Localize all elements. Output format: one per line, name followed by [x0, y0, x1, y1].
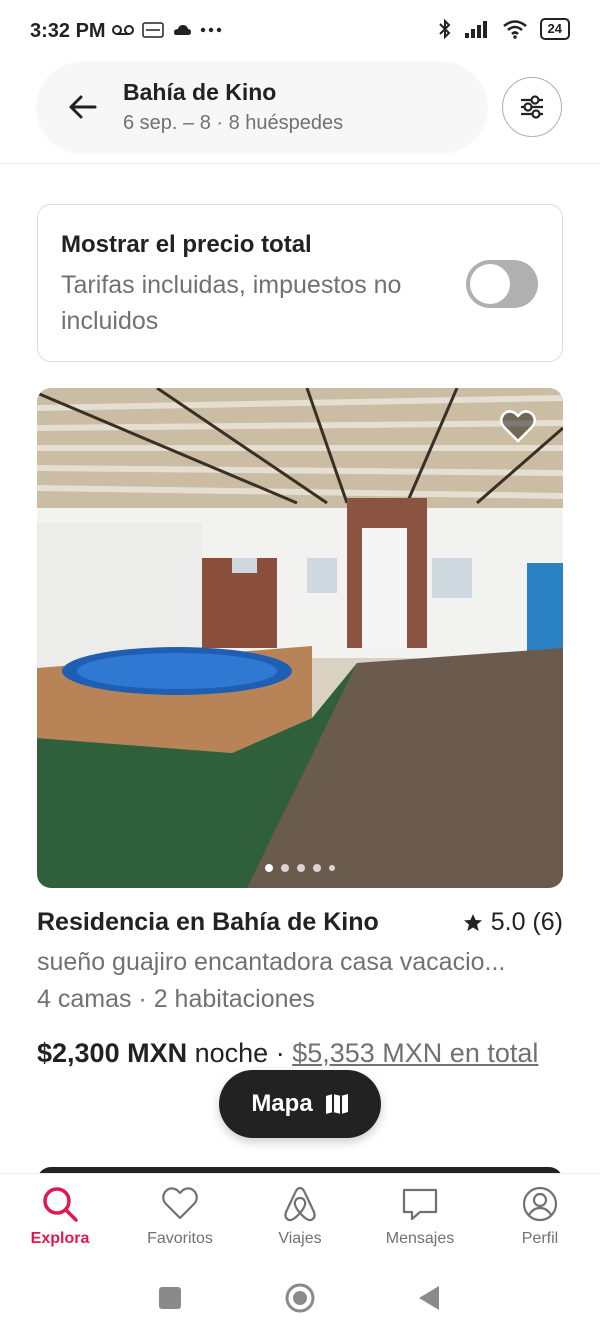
listing-rating: 5.0 (6): [463, 908, 563, 937]
pagination-dot: [297, 864, 305, 872]
tab-mensajes[interactable]: Mensajes: [360, 1184, 480, 1248]
battery-icon: 24: [539, 18, 570, 40]
toggle-subtitle: Tarifas incluidas, impuestos no incluido…: [61, 271, 402, 335]
price-separator: ·: [275, 1038, 285, 1068]
total-price-toggle-card: Mostrar el precio total Tarifas incluida…: [37, 204, 563, 362]
bluetooth-icon: [438, 18, 450, 40]
recent-apps-icon[interactable]: [153, 1281, 187, 1315]
pagination-dot: [329, 865, 335, 871]
pagination-dot: [265, 864, 273, 872]
tab-label: Favoritos: [147, 1230, 213, 1247]
filters-button[interactable]: [502, 77, 562, 137]
map-button-label: Mapa: [251, 1090, 313, 1117]
switch-knob: [470, 264, 510, 304]
cloud-icon: [174, 25, 191, 35]
listing-description: sueño guajiro encantadora casa vacacio..…: [37, 948, 506, 976]
photo-pagination: [37, 864, 563, 872]
signal-icon: [464, 21, 487, 38]
price-total[interactable]: $5,353 MXN en total: [292, 1038, 538, 1068]
toggle-title: Mostrar el precio total: [61, 231, 312, 258]
tab-viajes[interactable]: Viajes: [240, 1184, 360, 1248]
bottom-tab-bar: Explora Favoritos Viajes Mensajes Perfil: [0, 1173, 600, 1264]
status-bar: 3:32 PM 24: [0, 0, 600, 62]
total-price-switch[interactable]: [466, 260, 538, 308]
tab-label: Viajes: [278, 1230, 322, 1247]
tab-perfil[interactable]: Perfil: [480, 1184, 600, 1248]
listing-price: $2,300 MXN noche · $5,353 MXN en total: [37, 1035, 557, 1072]
tab-label: Explora: [30, 1230, 90, 1247]
tab-favoritos[interactable]: Favoritos: [120, 1184, 240, 1248]
tab-explora[interactable]: Explora: [0, 1184, 120, 1248]
listing-photo-image: [37, 388, 563, 888]
sliders-icon: [521, 95, 543, 119]
heart-icon: [162, 1187, 198, 1220]
wifi-icon: [502, 20, 527, 39]
pagination-dot: [313, 864, 321, 872]
airbnb-logo-icon: [284, 1186, 316, 1222]
header-divider: [0, 163, 600, 164]
profile-icon: [522, 1186, 558, 1222]
search-dates-guests[interactable]: 6 sep. – 8 · 8 huéspedes: [123, 112, 343, 135]
message-icon: [402, 1188, 438, 1221]
rating-value: 5.0 (6): [490, 908, 563, 936]
temu-icon: [142, 22, 164, 38]
system-navigation-bar: [0, 1263, 600, 1333]
search-bar[interactable]: Bahía de Kino 6 sep. – 8 · 8 huéspedes: [37, 62, 487, 152]
more-dots-icon: [200, 27, 222, 33]
listing-meta: 4 camas · 2 habitaciones: [37, 985, 315, 1013]
back-icon[interactable]: [413, 1281, 447, 1315]
status-time: 3:32 PM: [30, 20, 106, 42]
voicemail-icon: [112, 25, 134, 35]
search-location[interactable]: Bahía de Kino: [123, 79, 276, 106]
listing-title[interactable]: Residencia en Bahía de Kino: [37, 908, 379, 937]
listing-photo[interactable]: [37, 388, 563, 888]
map-button[interactable]: Mapa: [219, 1070, 381, 1138]
star-icon: [463, 913, 482, 931]
price-per-night: $2,300 MXN: [37, 1038, 188, 1068]
price-unit: noche: [194, 1038, 269, 1068]
map-icon: [325, 1094, 348, 1114]
tab-label: Mensajes: [385, 1230, 455, 1247]
home-icon[interactable]: [283, 1281, 317, 1315]
favorite-heart-icon[interactable]: [499, 408, 537, 446]
tab-label: Perfil: [521, 1230, 559, 1247]
search-icon: [43, 1187, 78, 1222]
back-arrow-icon[interactable]: [65, 89, 101, 125]
pagination-dot: [281, 864, 289, 872]
